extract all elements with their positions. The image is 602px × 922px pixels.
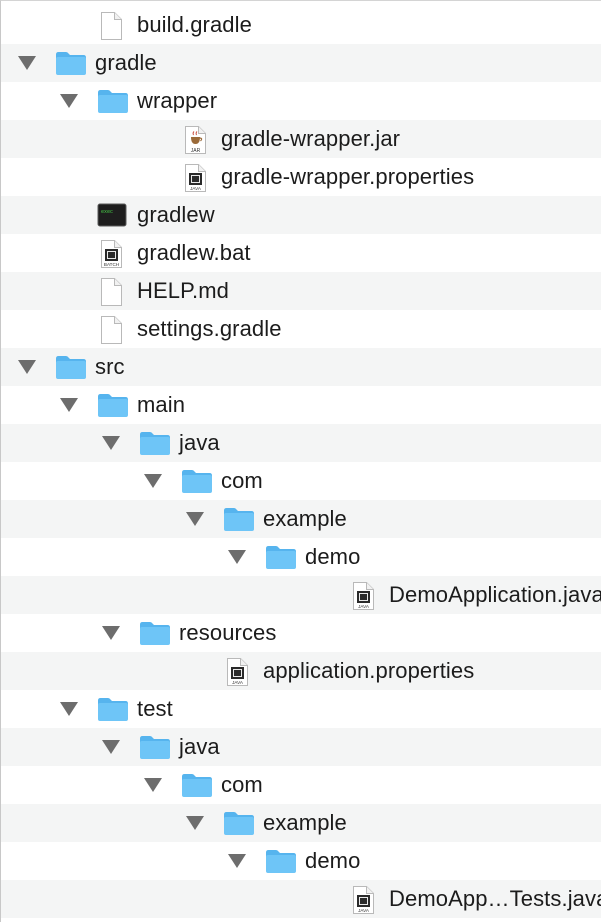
tree-item-label: demo: [305, 544, 361, 569]
tree-row-demo[interactable]: demo: [1, 538, 601, 576]
folder-icon: [97, 88, 129, 119]
file-tree: build.gradle gradle wrapper JAR gradle-wrapp…: [0, 0, 601, 922]
folder-icon: [55, 50, 87, 81]
tree-item-label: resources: [179, 620, 277, 645]
tree-item-label: application.properties: [263, 658, 475, 683]
tree-row-com[interactable]: com: [1, 766, 601, 804]
tree-item-label: example: [263, 810, 347, 835]
java-file-icon: JAVA: [350, 581, 376, 616]
disclosure-triangle-icon[interactable]: [228, 550, 246, 564]
tree-item-label: com: [221, 772, 263, 797]
folder-icon: [265, 544, 297, 575]
folder-icon: [97, 392, 129, 423]
tree-row-demoapplication-java[interactable]: JAVA DemoApplication.java: [1, 576, 601, 614]
tree-row-gradlew-bat[interactable]: BATCH gradlew.bat: [1, 234, 601, 272]
tree-row-resources[interactable]: resources: [1, 614, 601, 652]
tree-row-test[interactable]: test: [1, 690, 601, 728]
tree-row-wrapper[interactable]: wrapper: [1, 82, 601, 120]
tree-row-gradlew[interactable]: exec gradlew: [1, 196, 601, 234]
folder-icon: [181, 468, 213, 499]
document-icon: [98, 277, 124, 312]
disclosure-triangle-icon[interactable]: [60, 398, 78, 412]
terminal-executable-icon: exec: [97, 202, 127, 233]
java-file-icon: JAVA: [350, 885, 376, 920]
tree-item-label: gradlew.bat: [137, 240, 251, 265]
tree-row-settings-gradle[interactable]: settings.gradle: [1, 310, 601, 348]
tree-row-example[interactable]: example: [1, 804, 601, 842]
svg-text:BATCH: BATCH: [104, 262, 119, 267]
tree-item-label: wrapper: [137, 88, 218, 113]
tree-item-label: com: [221, 468, 263, 493]
tree-item-label: gradlew: [137, 202, 215, 227]
folder-icon: [265, 848, 297, 879]
tree-row-help-md[interactable]: HELP.md: [1, 272, 601, 310]
tree-item-label: test: [137, 696, 173, 721]
tree-item-label: example: [263, 506, 347, 531]
document-icon: [98, 11, 124, 46]
folder-icon: [181, 772, 213, 803]
tree-row-gradle-wrapper-jar[interactable]: JAR gradle-wrapper.jar: [1, 120, 601, 158]
folder-icon: [139, 734, 171, 765]
folder-icon: [97, 696, 129, 727]
java-file-icon: JAVA: [224, 657, 250, 692]
disclosure-triangle-icon[interactable]: [144, 474, 162, 488]
disclosure-triangle-icon[interactable]: [102, 740, 120, 754]
folder-icon: [139, 430, 171, 461]
tree-item-label: build.gradle: [137, 12, 252, 37]
disclosure-triangle-icon[interactable]: [60, 702, 78, 716]
jar-file-icon: JAR: [182, 125, 208, 160]
tree-item-label: main: [137, 392, 186, 417]
svg-text:JAVA: JAVA: [232, 680, 244, 685]
batch-file-icon: BATCH: [98, 239, 124, 274]
tree-item-label: DemoApplication.java: [389, 582, 601, 607]
disclosure-triangle-icon[interactable]: [102, 436, 120, 450]
svg-text:JAVA: JAVA: [190, 186, 202, 191]
document-icon: [98, 315, 124, 350]
tree-row-com[interactable]: com: [1, 462, 601, 500]
svg-text:exec: exec: [101, 209, 113, 215]
tree-row-main[interactable]: main: [1, 386, 601, 424]
disclosure-triangle-icon[interactable]: [144, 778, 162, 792]
tree-item-label: gradle-wrapper.jar: [221, 126, 401, 151]
tree-item-label: gradle: [95, 50, 157, 75]
tree-row-demoapp-tests-java[interactable]: JAVA DemoApp…Tests.java: [1, 880, 601, 918]
disclosure-triangle-icon[interactable]: [186, 512, 204, 526]
svg-text:JAVA: JAVA: [358, 908, 370, 913]
tree-row-src[interactable]: src: [1, 348, 601, 386]
tree-item-label: java: [179, 734, 220, 759]
tree-row-gradle-wrapper-properties[interactable]: JAVA gradle-wrapper.properties: [1, 158, 601, 196]
tree-row-java[interactable]: java: [1, 424, 601, 462]
tree-item-label: java: [179, 430, 220, 455]
disclosure-triangle-icon[interactable]: [18, 360, 36, 374]
tree-row-example[interactable]: example: [1, 500, 601, 538]
disclosure-triangle-icon[interactable]: [186, 816, 204, 830]
tree-row-application-properties[interactable]: JAVA application.properties: [1, 652, 601, 690]
tree-row-demo[interactable]: demo: [1, 842, 601, 880]
disclosure-triangle-icon[interactable]: [102, 626, 120, 640]
disclosure-triangle-icon[interactable]: [60, 94, 78, 108]
disclosure-triangle-icon[interactable]: [228, 854, 246, 868]
tree-item-label: DemoApp…Tests.java: [389, 886, 601, 911]
tree-row-build-gradle[interactable]: build.gradle: [1, 6, 601, 44]
tree-item-label: src: [95, 354, 125, 379]
disclosure-triangle-icon[interactable]: [18, 56, 36, 70]
tree-row-gradle[interactable]: gradle: [1, 44, 601, 82]
folder-icon: [223, 810, 255, 841]
tree-item-label: HELP.md: [137, 278, 230, 303]
java-file-icon: JAVA: [182, 163, 208, 198]
folder-icon: [223, 506, 255, 537]
tree-row-java[interactable]: java: [1, 728, 601, 766]
tree-item-label: gradle-wrapper.properties: [221, 164, 475, 189]
tree-item-label: settings.gradle: [137, 316, 282, 341]
svg-text:JAVA: JAVA: [358, 604, 370, 609]
folder-icon: [139, 620, 171, 651]
folder-icon: [55, 354, 87, 385]
tree-item-label: demo: [305, 848, 361, 873]
svg-text:JAR: JAR: [191, 148, 201, 154]
